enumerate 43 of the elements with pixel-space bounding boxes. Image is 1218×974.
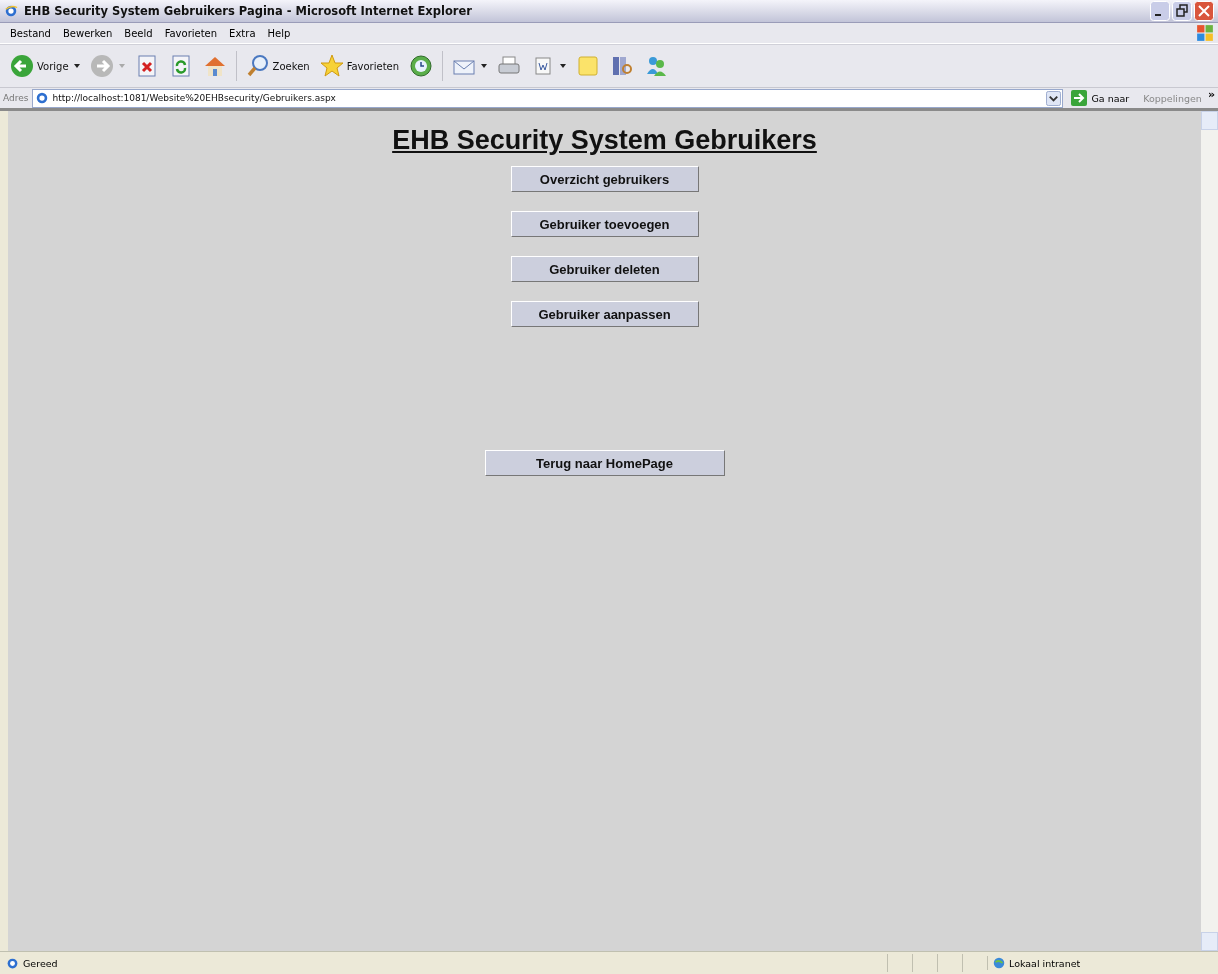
page-heading: EHB Security System Gebruikers [392, 125, 817, 156]
caret-icon [560, 64, 567, 68]
search-icon [245, 54, 270, 78]
scrollbar[interactable] [1201, 111, 1218, 951]
page-button[interactable]: Gebruiker aanpassen [510, 301, 699, 327]
toolbar-button[interactable]: Favorieten [315, 52, 404, 80]
more-links-button[interactable]: » [1207, 88, 1215, 101]
page-button[interactable]: Gebruiker toevoegen [510, 211, 699, 237]
book-icon [610, 54, 635, 78]
menu-item[interactable]: Bewerken [56, 27, 119, 39]
address-field[interactable]: http://localhost:1081/Website%20EHBsecurity/Gebruikers.aspx [32, 88, 1064, 108]
dropdown-button[interactable] [1046, 90, 1062, 106]
menu-item[interactable]: Favorieten [158, 27, 224, 39]
page-button[interactable]: Gebruiker deleten [510, 256, 699, 282]
menu-item[interactable]: Extra [223, 27, 262, 39]
toolbar-button[interactable]: Vorige [6, 52, 84, 80]
minimize-button[interactable] [1150, 1, 1170, 21]
caret-icon [73, 64, 80, 68]
globe-icon [992, 956, 1006, 970]
note-icon [576, 54, 601, 78]
menu-item[interactable]: Beeld [118, 27, 159, 39]
star-icon [319, 54, 344, 78]
restore-button[interactable] [1172, 1, 1192, 21]
page-icon [6, 956, 19, 970]
zone-label: Lokaal intranet [1009, 957, 1081, 969]
clock-icon [409, 54, 434, 78]
people-icon [644, 54, 669, 78]
menu-item[interactable]: Help [261, 27, 297, 39]
browser-icon [4, 4, 18, 18]
windows-logo-icon [1196, 24, 1214, 42]
page-icon [35, 91, 50, 105]
menu-item[interactable]: Bestand [4, 27, 57, 39]
status-text: Gereed [23, 957, 58, 969]
page-button[interactable]: Overzicht gebruikers [510, 166, 699, 192]
right-arrow-icon [1071, 90, 1088, 106]
home-button[interactable]: Terug naar HomePage [484, 450, 725, 476]
close-button[interactable] [1194, 1, 1214, 21]
address-label: Adres [3, 93, 29, 103]
caret-icon [481, 64, 488, 68]
caret-icon [118, 64, 125, 68]
toolbar-button[interactable]: Zoeken [241, 52, 314, 80]
window-title: EHB Security System Gebruikers Pagina - Microsoft Internet Explorer [24, 4, 472, 18]
go-button[interactable]: Ga naar [1067, 90, 1134, 106]
